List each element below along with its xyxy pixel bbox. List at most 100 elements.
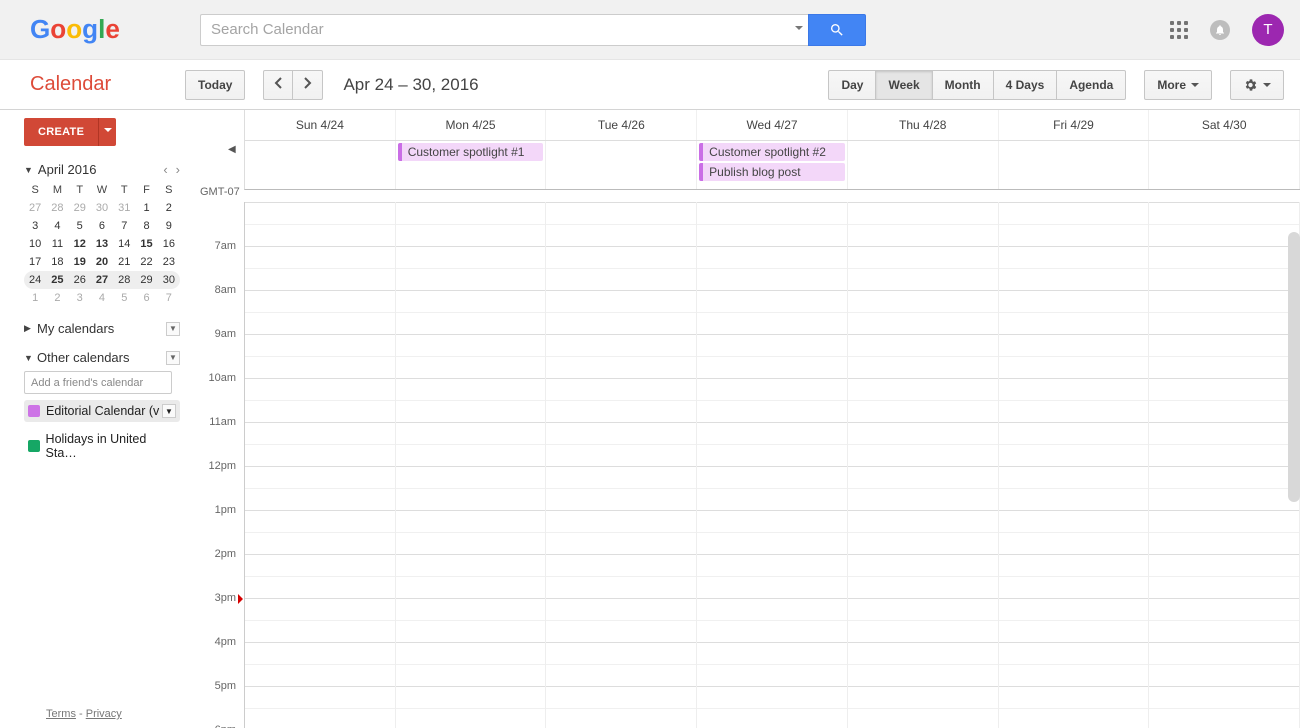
allday-cell[interactable]: Customer spotlight #1 — [396, 141, 547, 189]
allday-cell[interactable] — [546, 141, 697, 189]
mini-cal-day[interactable]: 28 — [46, 199, 68, 217]
mini-cal-day[interactable]: 19 — [69, 253, 91, 271]
mini-cal-day[interactable]: 3 — [69, 289, 91, 307]
allday-event[interactable]: Customer spotlight #2 — [699, 143, 845, 161]
search-button[interactable] — [808, 14, 866, 46]
mini-cal-day[interactable]: 2 — [158, 199, 180, 217]
view-day[interactable]: Day — [828, 70, 876, 100]
day-column[interactable] — [999, 202, 1150, 728]
day-column[interactable] — [1149, 202, 1300, 728]
add-friend-input[interactable] — [24, 371, 172, 394]
apps-icon[interactable] — [1170, 21, 1188, 39]
day-column[interactable] — [546, 202, 697, 728]
terms-link[interactable]: Terms — [46, 708, 76, 720]
day-column[interactable] — [245, 202, 396, 728]
settings-button[interactable] — [1230, 70, 1284, 100]
mini-cal-day[interactable]: 13 — [91, 235, 113, 253]
mini-cal-day[interactable]: 29 — [135, 271, 157, 289]
mini-cal-day[interactable]: 15 — [135, 235, 157, 253]
day-header[interactable]: Fri 4/29 — [999, 110, 1150, 140]
view-agenda[interactable]: Agenda — [1057, 70, 1126, 100]
view-month[interactable]: Month — [933, 70, 994, 100]
mini-cal-day[interactable]: 6 — [135, 289, 157, 307]
allday-cell[interactable]: Customer spotlight #2 Publish blog post — [697, 141, 848, 189]
other-calendars-menu[interactable]: ▼ — [166, 351, 180, 365]
privacy-link[interactable]: Privacy — [86, 708, 122, 720]
my-calendars-menu[interactable]: ▼ — [166, 322, 180, 336]
view-week[interactable]: Week — [876, 70, 932, 100]
allday-cell[interactable] — [999, 141, 1150, 189]
allday-event[interactable]: Customer spotlight #1 — [398, 143, 544, 161]
more-button[interactable]: More — [1144, 70, 1212, 100]
mini-cal-day[interactable]: 1 — [135, 199, 157, 217]
prev-button[interactable] — [263, 70, 293, 100]
create-button[interactable]: CREATE — [24, 118, 98, 146]
day-header[interactable]: Thu 4/28 — [848, 110, 999, 140]
mini-cal-day[interactable]: 6 — [91, 217, 113, 235]
mini-cal-day[interactable]: 27 — [24, 199, 46, 217]
mini-cal-day[interactable]: 16 — [158, 235, 180, 253]
mini-cal-day[interactable]: 11 — [46, 235, 68, 253]
mini-cal-day[interactable]: 12 — [69, 235, 91, 253]
app-title[interactable]: Calendar — [30, 73, 185, 96]
my-calendars-header[interactable]: ▶ My calendars ▼ — [24, 321, 180, 336]
collapse-sidebar-icon[interactable]: ◀ — [228, 144, 236, 155]
time-grid[interactable] — [244, 202, 1300, 728]
mini-cal-day[interactable]: 10 — [24, 235, 46, 253]
mini-cal-day[interactable]: 5 — [113, 289, 135, 307]
mini-cal-day[interactable]: 4 — [46, 217, 68, 235]
google-logo[interactable]: Google — [30, 15, 130, 45]
day-header[interactable]: Mon 4/25 — [396, 110, 547, 140]
mini-cal-day[interactable]: 2 — [46, 289, 68, 307]
mini-cal-day[interactable]: 18 — [46, 253, 68, 271]
mini-cal-day[interactable]: 26 — [69, 271, 91, 289]
next-button[interactable] — [293, 70, 323, 100]
mini-cal-day[interactable]: 31 — [113, 199, 135, 217]
day-header[interactable]: Sat 4/30 — [1149, 110, 1300, 140]
notifications-icon[interactable] — [1210, 20, 1230, 40]
allday-cell[interactable] — [1149, 141, 1300, 189]
mini-cal-day[interactable]: 25 — [46, 271, 68, 289]
mini-cal-day[interactable]: 28 — [113, 271, 135, 289]
mini-cal-day[interactable]: 29 — [69, 199, 91, 217]
calendar-item[interactable]: Editorial Calendar (v▼ — [24, 400, 180, 422]
avatar[interactable]: T — [1252, 14, 1284, 46]
search-input[interactable] — [200, 14, 790, 46]
calendar-item-menu[interactable]: ▼ — [162, 404, 176, 418]
mini-cal-day[interactable]: 8 — [135, 217, 157, 235]
day-column[interactable] — [697, 202, 848, 728]
mini-cal-day[interactable]: 30 — [158, 271, 180, 289]
today-button[interactable]: Today — [185, 70, 245, 100]
other-calendars-header[interactable]: ▼ Other calendars ▼ — [24, 350, 180, 365]
view-4days[interactable]: 4 Days — [994, 70, 1058, 100]
mini-cal-day[interactable]: 30 — [91, 199, 113, 217]
day-column[interactable] — [848, 202, 999, 728]
mini-cal-day[interactable]: 20 — [91, 253, 113, 271]
day-header[interactable]: Sun 4/24 — [245, 110, 396, 140]
mini-cal-day[interactable]: 7 — [158, 289, 180, 307]
allday-event[interactable]: Publish blog post — [699, 163, 845, 181]
search-options-dropdown[interactable] — [790, 14, 808, 46]
mini-cal-day[interactable]: 4 — [91, 289, 113, 307]
scrollbar[interactable] — [1288, 232, 1300, 502]
calendar-item[interactable]: Holidays in United Sta… — [24, 428, 180, 464]
day-header[interactable]: Wed 4/27 — [697, 110, 848, 140]
mini-cal-day[interactable]: 24 — [24, 271, 46, 289]
mini-next[interactable]: › — [176, 162, 180, 177]
allday-cell[interactable] — [848, 141, 999, 189]
mini-cal-day[interactable]: 27 — [91, 271, 113, 289]
mini-prev[interactable]: ‹ — [163, 162, 167, 177]
mini-cal-day[interactable]: 5 — [69, 217, 91, 235]
mini-cal-day[interactable]: 23 — [158, 253, 180, 271]
mini-calendar[interactable]: SMTWTFS272829303112345678910111213141516… — [24, 181, 180, 307]
day-header[interactable]: Tue 4/26 — [546, 110, 697, 140]
mini-cal-day[interactable]: 9 — [158, 217, 180, 235]
mini-cal-day[interactable]: 17 — [24, 253, 46, 271]
mini-cal-day[interactable]: 3 — [24, 217, 46, 235]
mini-cal-day[interactable]: 14 — [113, 235, 135, 253]
mini-cal-day[interactable]: 7 — [113, 217, 135, 235]
day-column[interactable] — [396, 202, 547, 728]
mini-cal-day[interactable]: 22 — [135, 253, 157, 271]
allday-cell[interactable] — [245, 141, 396, 189]
mini-cal-day[interactable]: 21 — [113, 253, 135, 271]
